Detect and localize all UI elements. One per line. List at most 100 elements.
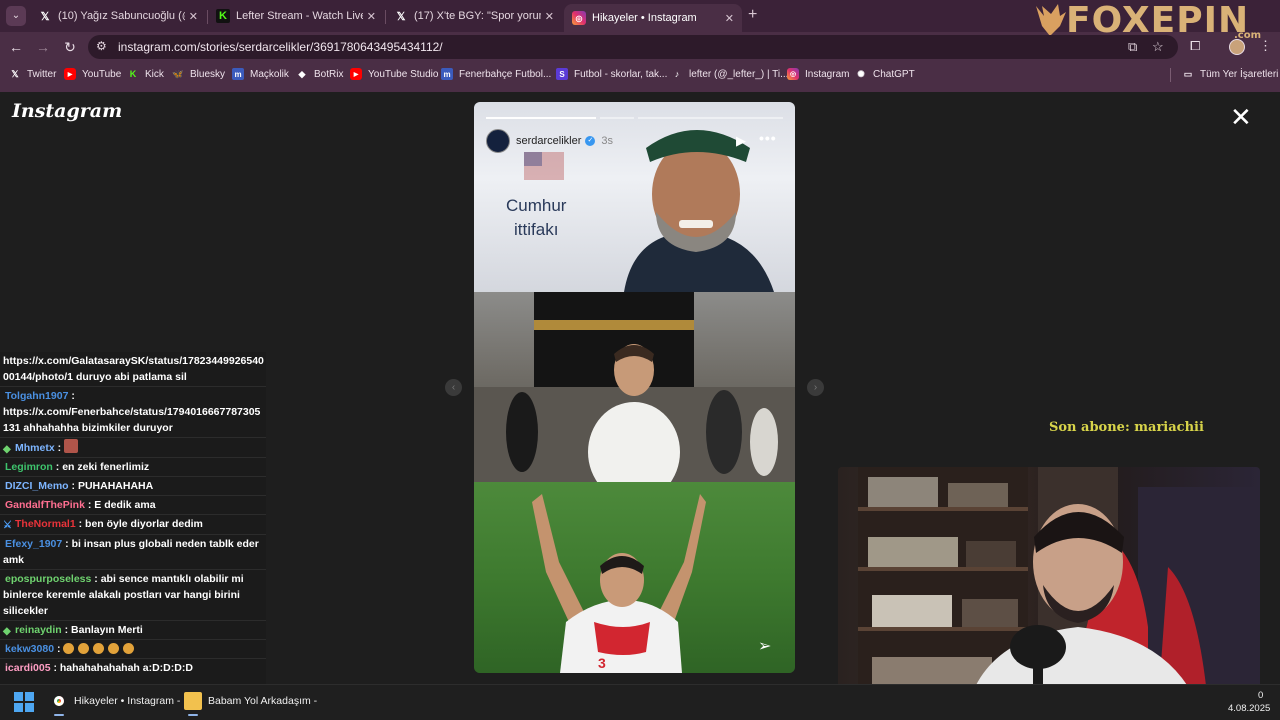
windows-start-icon[interactable] — [14, 692, 34, 712]
mackolik-icon: m — [232, 68, 244, 80]
webcam-illustration — [858, 467, 1260, 705]
x-icon: 𝕏 — [40, 10, 50, 23]
emote-icon — [123, 643, 135, 654]
chat-message: Legimron : en zeki fenerlimiz — [5, 461, 150, 473]
chat-divider — [0, 658, 266, 659]
new-tab-button[interactable]: + — [748, 6, 757, 24]
bookmark-twitter[interactable]: 𝕏 Twitter — [9, 68, 56, 80]
profile-avatar[interactable] — [1229, 39, 1245, 55]
close-tab-icon[interactable]: ✕ — [367, 10, 376, 23]
chat-divider — [0, 457, 266, 458]
emote-icon — [64, 439, 79, 453]
close-tab-icon[interactable]: ✕ — [189, 10, 198, 23]
chat-divider — [0, 639, 266, 640]
chat-message: ◆ Mhmetx : — [3, 439, 265, 456]
play-icon[interactable]: ▶ — [736, 133, 746, 149]
kick-icon: K — [129, 69, 137, 79]
forward-button[interactable]: → — [34, 38, 52, 56]
chrome-icon — [50, 692, 68, 710]
emote-icon — [78, 643, 90, 654]
x-icon: 𝕏 — [396, 10, 406, 23]
bookmark-mackolik[interactable]: m Maçkolik — [232, 68, 289, 80]
bookmark-kick[interactable]: K Kick — [127, 68, 164, 80]
chat-message: ◆ reinaydin : Banlayın Merti — [3, 624, 143, 637]
bookmark-botrix[interactable]: ◆ BotRix — [296, 68, 344, 80]
emote-icon — [108, 643, 120, 654]
chat-divider — [0, 569, 266, 570]
site-info-icon[interactable]: ⚙ — [96, 39, 107, 53]
instagram-logo[interactable]: Instagram — [12, 100, 122, 122]
bookmark-tiktok[interactable]: ♪ lefter (@_lefter_) | Ti... — [671, 68, 789, 80]
next-story-arrow-icon[interactable]: › — [807, 379, 824, 396]
bookmark-instagram[interactable]: ◎ Instagram — [787, 68, 849, 80]
reload-button[interactable]: ↻ — [61, 38, 79, 56]
tab-4-active[interactable]: ◎ Hikayeler • Instagram ✕ — [564, 4, 742, 32]
youtube-icon: ▶ — [64, 68, 76, 80]
taskbar-date[interactable]: 4.08.2025 — [1228, 703, 1270, 714]
close-story-icon[interactable]: ✕ — [1230, 104, 1252, 130]
diamond-badge-icon: ◆ — [3, 444, 11, 455]
install-app-icon[interactable]: ⧉ — [1128, 39, 1137, 55]
story-card[interactable]: 3 serdarcelikler ✓ 3s ▶ ••• Cumhur ittif… — [474, 102, 795, 673]
flashscore-icon: S — [556, 68, 568, 80]
bookmark-youtube[interactable]: ▶ YouTube — [64, 68, 121, 80]
story-author[interactable]: serdarcelikler ✓ 3s — [486, 129, 613, 153]
bookmark-star-icon[interactable]: ☆ — [1152, 39, 1164, 55]
chat-message: GandalfThePink : E dedik ama — [5, 499, 156, 511]
address-bar[interactable]: ⚙ instagram.com/stories/serdarcelikler/3… — [88, 35, 1178, 59]
tab-search-button[interactable]: ⌄ — [6, 6, 26, 26]
taskbar-explorer[interactable]: Babam Yol Arkadaşım - — [184, 692, 317, 710]
chat-message: kekw3080 : — [3, 641, 265, 657]
tab-1[interactable]: 𝕏 (10) Yağız Sabuncuoğlu (@yağ ✕ — [30, 4, 206, 28]
taskbar-chrome[interactable]: Hikayeler • Instagram - — [50, 692, 180, 710]
chat-divider — [0, 386, 266, 387]
story-caption: Cumhur ittifakı — [506, 196, 567, 239]
mecca-illustration — [474, 292, 795, 502]
chat-message: epospurposeless : abi sence mantıklı ola… — [3, 573, 244, 617]
chat-message: Tolgahn1907 : https://x.com/Fenerbahce/s… — [3, 390, 261, 434]
active-indicator — [54, 714, 64, 716]
tab-2[interactable]: K Lefter Stream - Watch Live on K ✕ — [208, 4, 384, 28]
bookmark-fenerbahce[interactable]: m Fenerbahçe Futbol... — [441, 68, 551, 80]
chat-divider — [0, 620, 266, 621]
folder-icon — [184, 692, 202, 710]
sword-badge-icon: ⚔ — [3, 520, 12, 531]
taskbar-time[interactable]: 0 — [1258, 690, 1263, 701]
emote-icon — [63, 643, 75, 654]
chat-divider — [0, 514, 266, 515]
chat-message: DIZCI_Memo : PUHAHAHAHA — [5, 480, 154, 492]
verified-badge-icon: ✓ — [585, 136, 596, 146]
diamond-badge-icon: ◆ — [3, 626, 11, 637]
latest-subscriber-label: Son abone: mariachii — [1049, 420, 1204, 435]
bookmark-youtube-studio[interactable]: ▶ YouTube Studio — [350, 68, 438, 80]
previous-story-arrow-icon[interactable]: ‹ — [445, 379, 462, 396]
instagram-icon: ◎ — [572, 11, 586, 25]
story-image-footballer: 3 — [474, 482, 795, 673]
tab-3[interactable]: 𝕏 (17) X'te BGY: "Spor yorumcusu ✕ — [386, 4, 562, 28]
all-bookmarks-folder[interactable]: ▭ Tüm Yer İşaretleri — [1182, 68, 1279, 80]
share-icon[interactable]: ➢ — [758, 636, 771, 656]
chat-divider — [0, 495, 266, 496]
back-button[interactable]: ← — [7, 38, 25, 56]
menu-icon[interactable]: ⋮ — [1259, 38, 1272, 54]
bookmark-flashscore[interactable]: S Futbol - skorlar, tak... — [556, 68, 667, 80]
story-timestamp: 3s — [601, 135, 614, 147]
extensions-icon[interactable]: ⧠ — [1190, 38, 1200, 54]
bookmark-bluesky[interactable]: 🦋 Bluesky — [172, 68, 225, 80]
folder-icon: ▭ — [1183, 68, 1193, 79]
story-progress-segment-1 — [486, 117, 596, 119]
chat-message: https://x.com/GalatasaraySK/status/17823… — [3, 355, 264, 383]
author-avatar[interactable] — [486, 129, 510, 153]
bookmark-chatgpt[interactable]: ✺ ChatGPT — [855, 68, 914, 80]
tab-title: Lefter Stream - Watch Live on K — [236, 10, 363, 22]
author-username[interactable]: serdarcelikler — [516, 135, 581, 147]
footballer-illustration: 3 — [532, 494, 706, 673]
close-tab-icon[interactable]: ✕ — [545, 10, 554, 23]
instagram-icon: ◎ — [787, 68, 799, 80]
chat-message: Efexy_1907 : bi insan plus globali neden… — [3, 538, 259, 566]
chatgpt-icon: ✺ — [857, 68, 865, 79]
close-tab-icon[interactable]: ✕ — [725, 12, 734, 25]
more-options-icon[interactable]: ••• — [759, 130, 777, 146]
x-icon: 𝕏 — [11, 68, 19, 79]
chat-message: icardi005 : hahahahahahah a:D:D:D:D — [5, 662, 193, 674]
